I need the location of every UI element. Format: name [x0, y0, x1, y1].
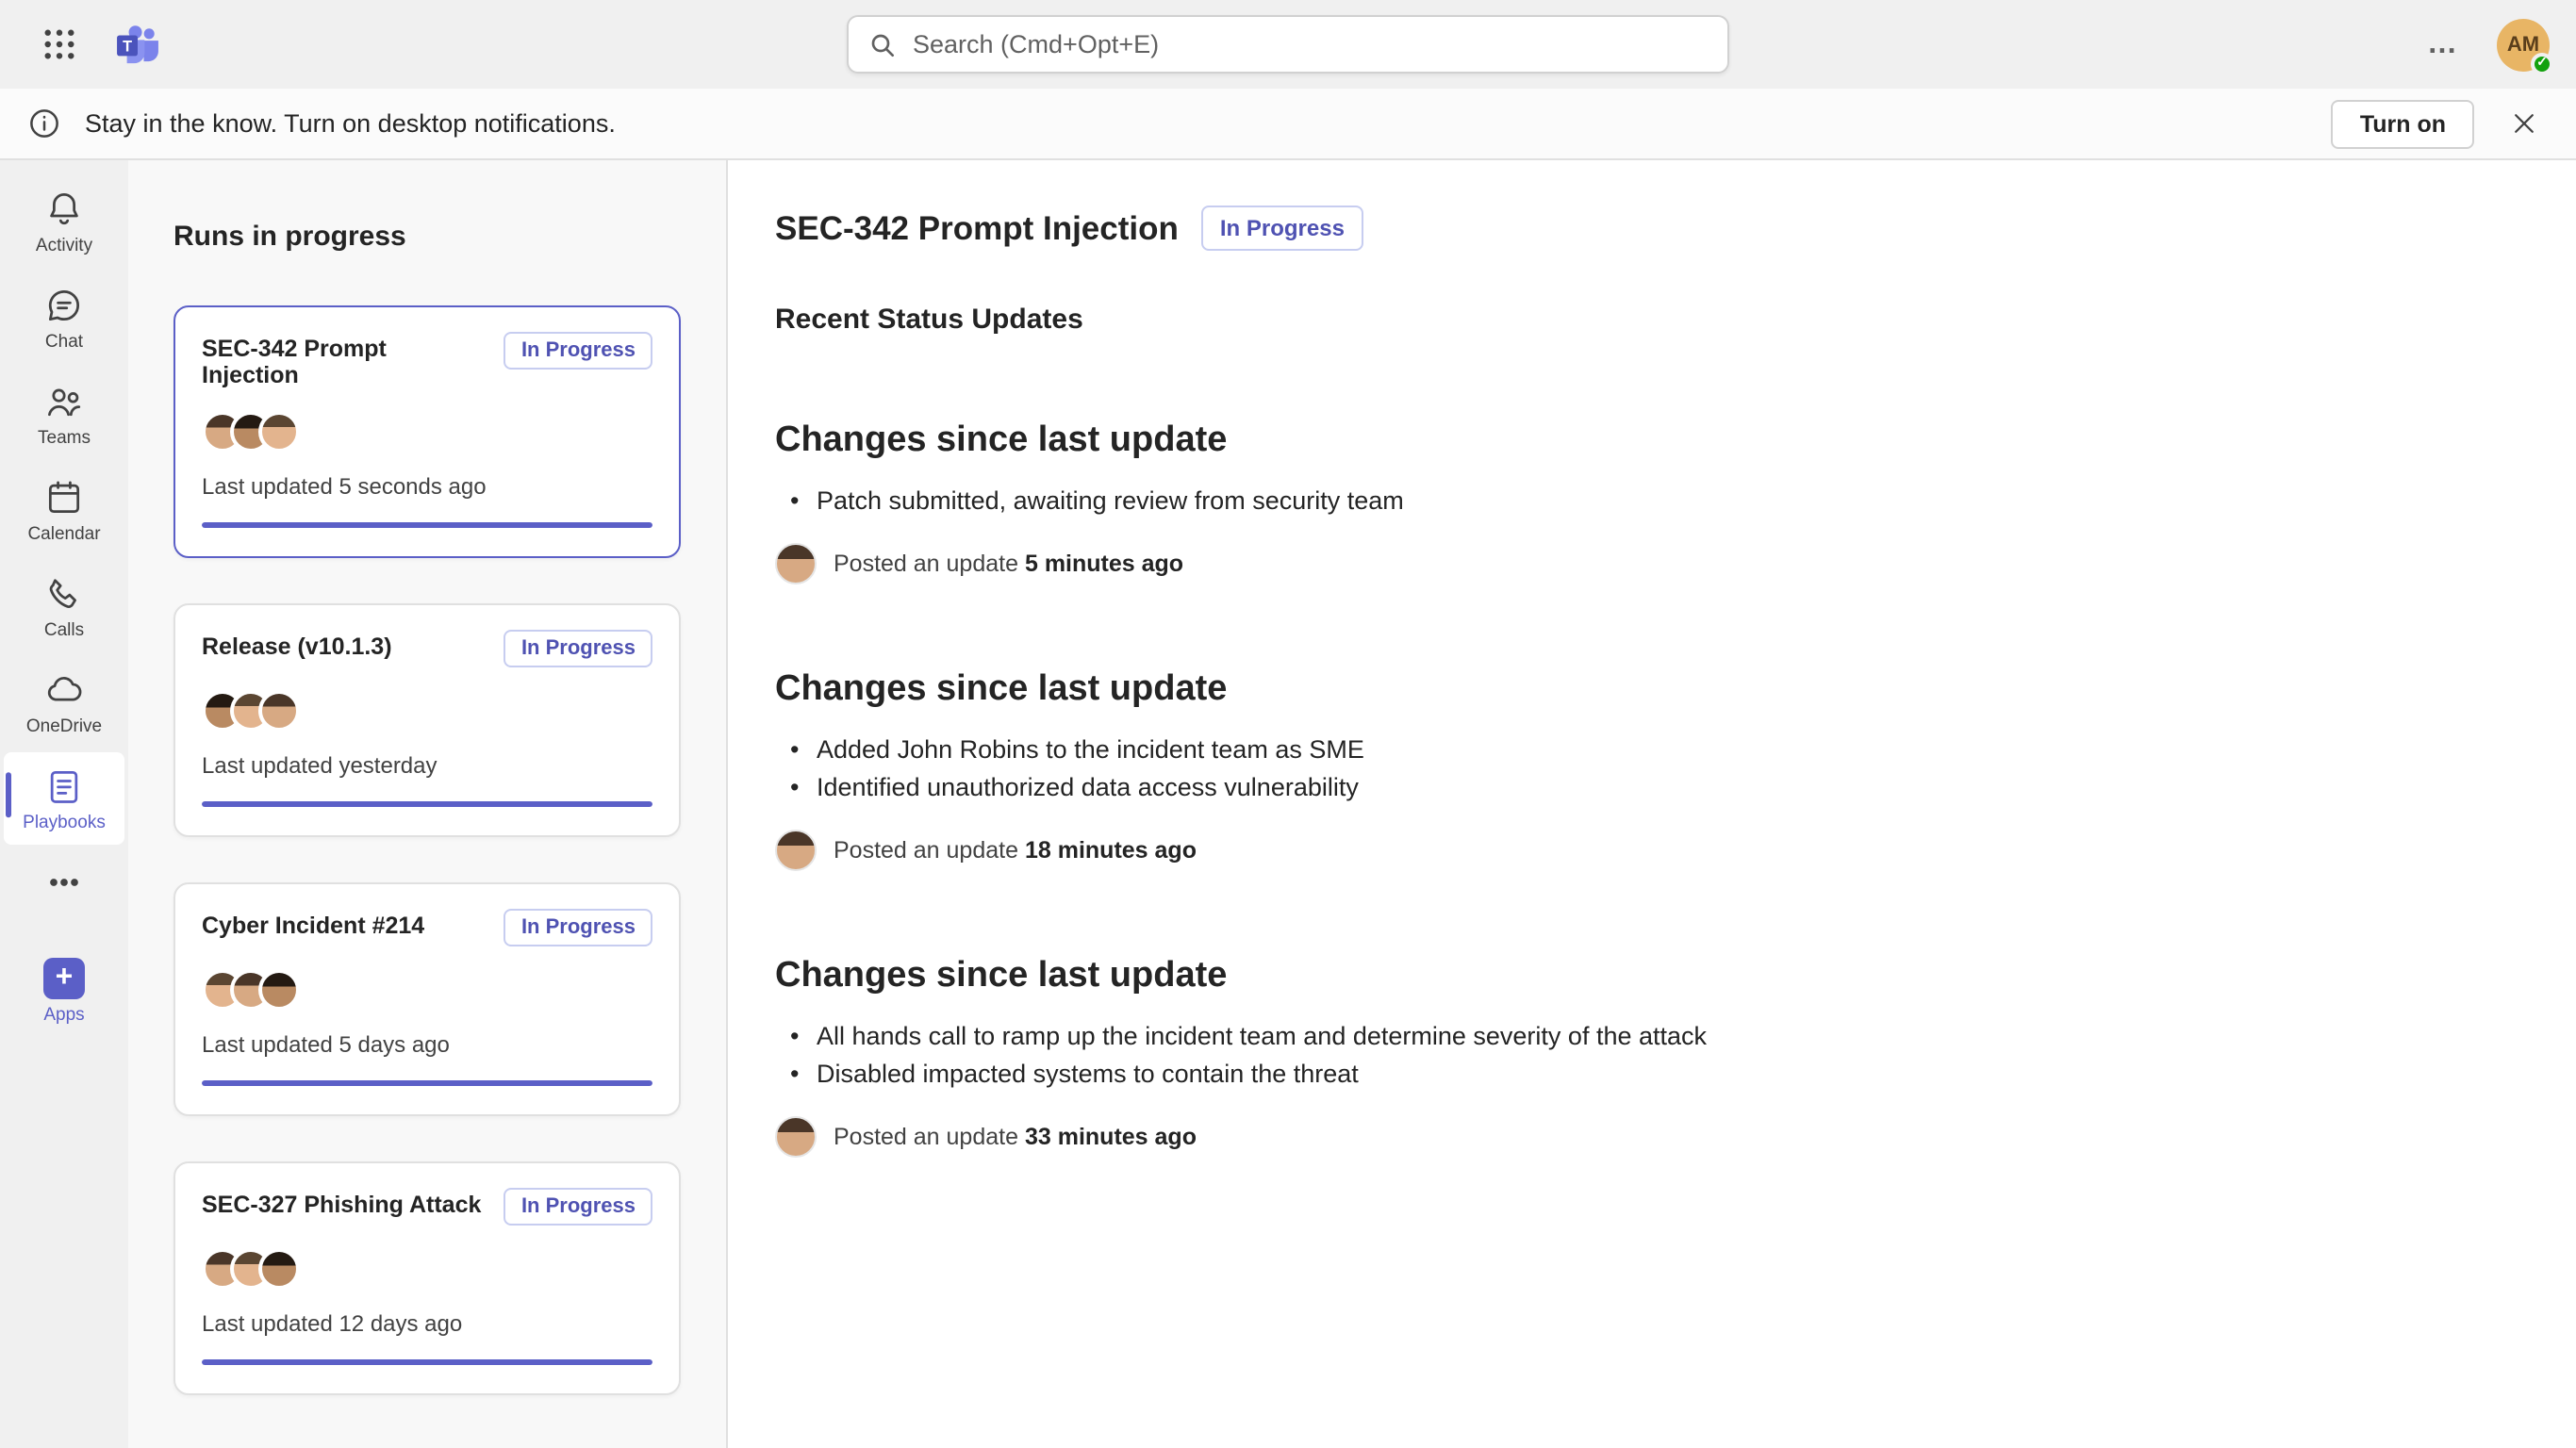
- cloud-icon: [43, 669, 85, 711]
- info-icon: [26, 106, 62, 141]
- run-card-title: SEC-327 Phishing Attack: [202, 1188, 481, 1218]
- page-title: SEC-342 Prompt Injection: [775, 208, 1179, 248]
- progress-bar: [202, 801, 652, 807]
- teams-logo-icon[interactable]: T: [113, 20, 162, 69]
- bell-icon: [43, 189, 85, 230]
- posted-text: Posted an update 5 minutes ago: [834, 551, 1183, 577]
- run-detail: SEC-342 Prompt Injection In Progress Rec…: [728, 160, 2576, 1448]
- waffle-icon[interactable]: [26, 12, 91, 76]
- member-avatars: [202, 1248, 652, 1290]
- banner-message: Stay in the know. Turn on desktop notifi…: [85, 109, 616, 138]
- avatar: [775, 1116, 817, 1158]
- avatar: [775, 830, 817, 871]
- status-badge: In Progress: [504, 332, 652, 370]
- status-badge: In Progress: [504, 1188, 652, 1226]
- run-card-cyber-incident[interactable]: Cyber Incident #214 In Progress Last upd…: [173, 882, 681, 1116]
- user-avatar[interactable]: AM ✓: [2497, 18, 2550, 71]
- calendar-icon: [43, 477, 85, 518]
- member-avatars: [202, 690, 652, 732]
- posted-text: Posted an update 33 minutes ago: [834, 1124, 1197, 1150]
- notification-banner: Stay in the know. Turn on desktop notifi…: [0, 89, 2576, 160]
- run-card-sec-327[interactable]: SEC-327 Phishing Attack In Progress Last…: [173, 1161, 681, 1395]
- posted-time: 5 minutes ago: [1025, 551, 1183, 577]
- last-updated-text: Last updated yesterday: [202, 752, 652, 779]
- run-card-title: Cyber Incident #214: [202, 909, 424, 939]
- people-icon: [43, 381, 85, 422]
- close-icon[interactable]: [2497, 97, 2550, 150]
- last-updated-text: Last updated 5 days ago: [202, 1031, 652, 1058]
- update-bullets: Added John Robins to the incident team a…: [775, 732, 2501, 807]
- update-bullets: All hands call to ramp up the incident t…: [775, 1018, 2501, 1094]
- playbooks-icon: [43, 765, 85, 807]
- run-card-title: Release (v10.1.3): [202, 630, 392, 660]
- runs-panel-title: Runs in progress: [173, 221, 681, 253]
- svg-text:T: T: [123, 38, 132, 55]
- sidebar-item-apps[interactable]: + Apps: [4, 945, 124, 1037]
- phone-icon: [43, 573, 85, 615]
- update-bullet: Identified unauthorized data access vuln…: [775, 769, 2501, 807]
- update-bullet: Disabled impacted systems to contain the…: [775, 1056, 2501, 1094]
- last-updated-text: Last updated 12 days ago: [202, 1310, 652, 1337]
- last-updated-text: Last updated 5 seconds ago: [202, 473, 652, 500]
- avatar: [775, 543, 817, 584]
- sidebar-item-onedrive[interactable]: OneDrive: [4, 656, 124, 749]
- app-rail: Activity Chat Teams Calendar: [0, 160, 128, 1448]
- update-bullet: Patch submitted, awaiting review from se…: [775, 483, 2501, 520]
- run-card-title: SEC-342 Prompt Injection: [202, 332, 489, 388]
- teams-window: T … AM ✓ Stay in the know. Turn on: [0, 0, 2576, 1448]
- apps-plus-icon: +: [43, 958, 85, 999]
- update-bullet: Added John Robins to the incident team a…: [775, 732, 2501, 769]
- sidebar-item-playbooks[interactable]: Playbooks: [4, 752, 124, 845]
- sidebar-item-activity[interactable]: Activity: [4, 175, 124, 268]
- more-options-icon[interactable]: …: [2419, 27, 2467, 61]
- user-initials: AM: [2507, 33, 2539, 56]
- avatar: [258, 690, 300, 732]
- sidebar-item-calls[interactable]: Calls: [4, 560, 124, 652]
- progress-bar: [202, 1359, 652, 1365]
- top-bar: T … AM ✓: [0, 0, 2576, 89]
- chat-icon: [43, 285, 85, 326]
- update-bullets: Patch submitted, awaiting review from se…: [775, 483, 2501, 520]
- avatar: [258, 1248, 300, 1290]
- presence-available-icon: ✓: [2531, 52, 2553, 74]
- section-title: Recent Status Updates: [775, 304, 2501, 336]
- avatar: [258, 969, 300, 1011]
- sidebar-item-teams[interactable]: Teams: [4, 368, 124, 460]
- posted-text: Posted an update 18 minutes ago: [834, 837, 1197, 864]
- sidebar-item-chat[interactable]: Chat: [4, 272, 124, 364]
- runs-panel: Runs in progress SEC-342 Prompt Injectio…: [128, 160, 728, 1448]
- status-badge: In Progress: [1201, 206, 1363, 251]
- status-badge: In Progress: [504, 630, 652, 667]
- status-update: Changes since last update Patch submitte…: [775, 419, 2501, 584]
- run-card-release[interactable]: Release (v10.1.3) In Progress Last updat…: [173, 603, 681, 837]
- search-bar[interactable]: [847, 15, 1729, 74]
- update-heading: Changes since last update: [775, 954, 2501, 999]
- sidebar-item-calendar[interactable]: Calendar: [4, 464, 124, 556]
- progress-bar: [202, 522, 652, 528]
- posted-time: 18 minutes ago: [1025, 837, 1197, 864]
- update-bullet: All hands call to ramp up the incident t…: [775, 1018, 2501, 1056]
- progress-bar: [202, 1080, 652, 1086]
- avatar: [258, 411, 300, 452]
- member-avatars: [202, 969, 652, 1011]
- more-icon: [43, 862, 85, 903]
- turn-on-button[interactable]: Turn on: [2332, 99, 2474, 148]
- status-badge: In Progress: [504, 909, 652, 946]
- update-heading: Changes since last update: [775, 419, 2501, 464]
- search-icon: [867, 29, 898, 59]
- run-card-sec-342[interactable]: SEC-342 Prompt Injection In Progress Las…: [173, 305, 681, 558]
- posted-time: 33 minutes ago: [1025, 1124, 1197, 1150]
- status-update: Changes since last update Added John Rob…: [775, 667, 2501, 871]
- member-avatars: [202, 411, 652, 452]
- update-heading: Changes since last update: [775, 667, 2501, 713]
- status-update: Changes since last update All hands call…: [775, 954, 2501, 1158]
- sidebar-item-more[interactable]: [4, 848, 124, 914]
- search-input[interactable]: [913, 30, 1709, 58]
